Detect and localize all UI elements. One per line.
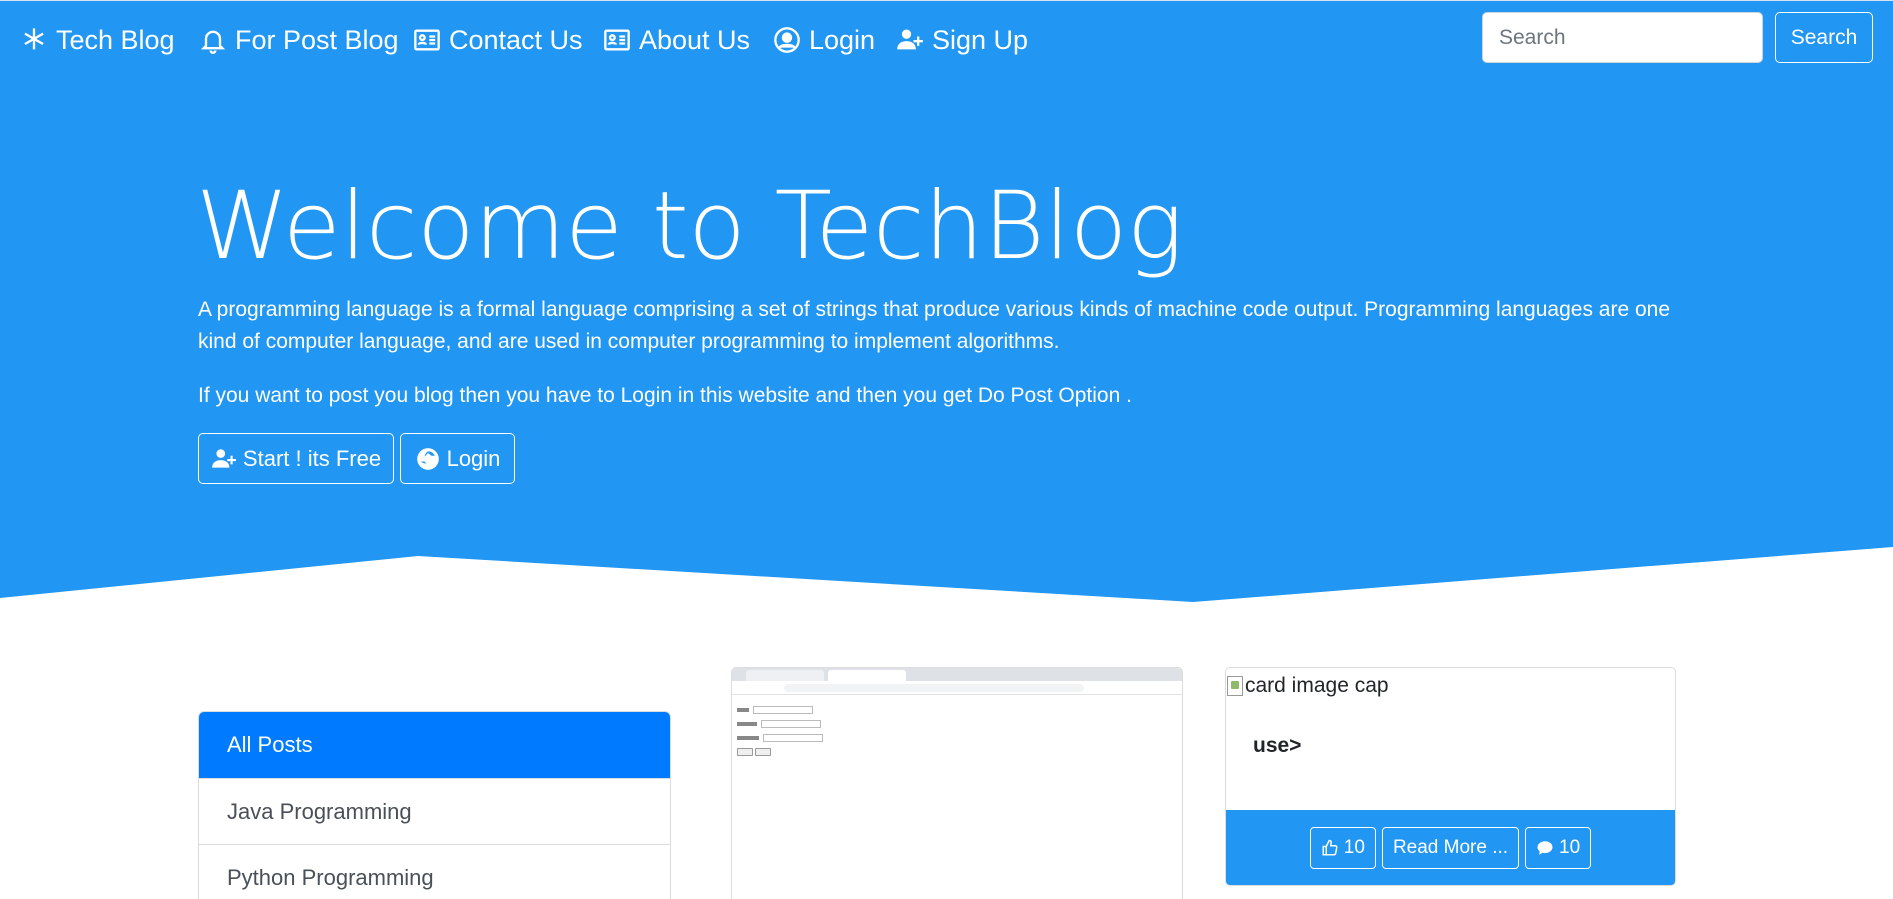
comment-count: 10 <box>1559 836 1581 858</box>
post-card-image[interactable] <box>731 667 1183 899</box>
hero-title: Welcome to TechBlog <box>196 172 1183 281</box>
asterisk-icon <box>24 28 44 50</box>
nav-label: Contact Us <box>449 24 583 55</box>
thumbnail-address-bar <box>732 681 1182 695</box>
comment-icon <box>1537 840 1553 855</box>
user-plus-icon <box>897 29 923 50</box>
bell-icon <box>200 30 226 54</box>
search-input[interactable] <box>1482 12 1763 63</box>
broken-image-icon <box>1227 676 1243 696</box>
post-card: card image cap use> 10 Read More ... 10 <box>1225 667 1676 886</box>
list-item-all-posts[interactable]: All Posts <box>199 712 670 778</box>
nav-label: Login <box>809 24 876 55</box>
hero-login-button[interactable]: Login <box>400 433 515 484</box>
list-item-java-programming[interactable]: Java Programming <box>199 778 670 844</box>
card-image-alt: card image cap <box>1245 674 1389 697</box>
thumbnail-form-row <box>737 717 1177 731</box>
brand-label: Tech Blog <box>56 24 175 55</box>
post-title: use> <box>1253 734 1302 757</box>
start-free-button[interactable]: Start ! its Free <box>198 433 394 484</box>
like-button[interactable]: 10 <box>1309 826 1376 869</box>
address-card-icon <box>604 29 630 51</box>
thumbnail-form <box>732 695 1182 764</box>
thumbs-up-icon <box>1322 839 1338 855</box>
nav-for-post-blog[interactable]: For Post Blog <box>199 21 399 59</box>
read-more-button[interactable]: Read More ... <box>1381 826 1520 869</box>
navbar: Tech Blog For Post Blog Contact Us About… <box>0 0 1893 78</box>
card-image: card image cap <box>1227 674 1389 698</box>
thumbnail-form-row <box>737 703 1177 717</box>
card-footer: 10 Read More ... 10 <box>1226 810 1675 885</box>
search-button[interactable]: Search <box>1775 12 1873 63</box>
thumbnail-form-row <box>737 731 1177 745</box>
list-item-python-programming[interactable]: Python Programming <box>199 844 670 899</box>
brand-link[interactable]: Tech Blog <box>20 21 175 59</box>
nav-about-us[interactable]: About Us <box>603 21 750 59</box>
user-circle-icon <box>774 27 800 53</box>
hero-login-label: Login <box>446 445 501 471</box>
nav-sign-up[interactable]: Sign Up <box>896 21 1028 59</box>
nav-label: Sign Up <box>932 24 1029 55</box>
sync-globe-icon <box>416 447 439 470</box>
comment-button[interactable]: 10 <box>1525 826 1592 869</box>
thumbnail-browser-titlebar <box>732 668 1182 681</box>
nav-label: About Us <box>639 24 751 55</box>
thumbnail-tab <box>746 670 824 681</box>
hero-lead: A programming language is a formal langu… <box>198 298 1671 353</box>
nav-label: For Post Blog <box>235 24 399 55</box>
address-card-icon <box>414 29 440 51</box>
user-plus-icon <box>212 448 236 468</box>
start-free-label: Start ! its Free <box>242 445 382 471</box>
hero-lead-2: If you want to post you blog then you ha… <box>198 384 1132 407</box>
thumbnail-form-buttons <box>737 748 1177 756</box>
thumbnail-url-field <box>784 684 1084 692</box>
thumbnail-tab <box>828 670 906 681</box>
nav-contact-us[interactable]: Contact Us <box>413 21 583 59</box>
like-count: 10 <box>1343 836 1365 858</box>
nav-login[interactable]: Login <box>773 21 875 59</box>
category-list: All Posts Java Programming Python Progra… <box>198 711 671 899</box>
